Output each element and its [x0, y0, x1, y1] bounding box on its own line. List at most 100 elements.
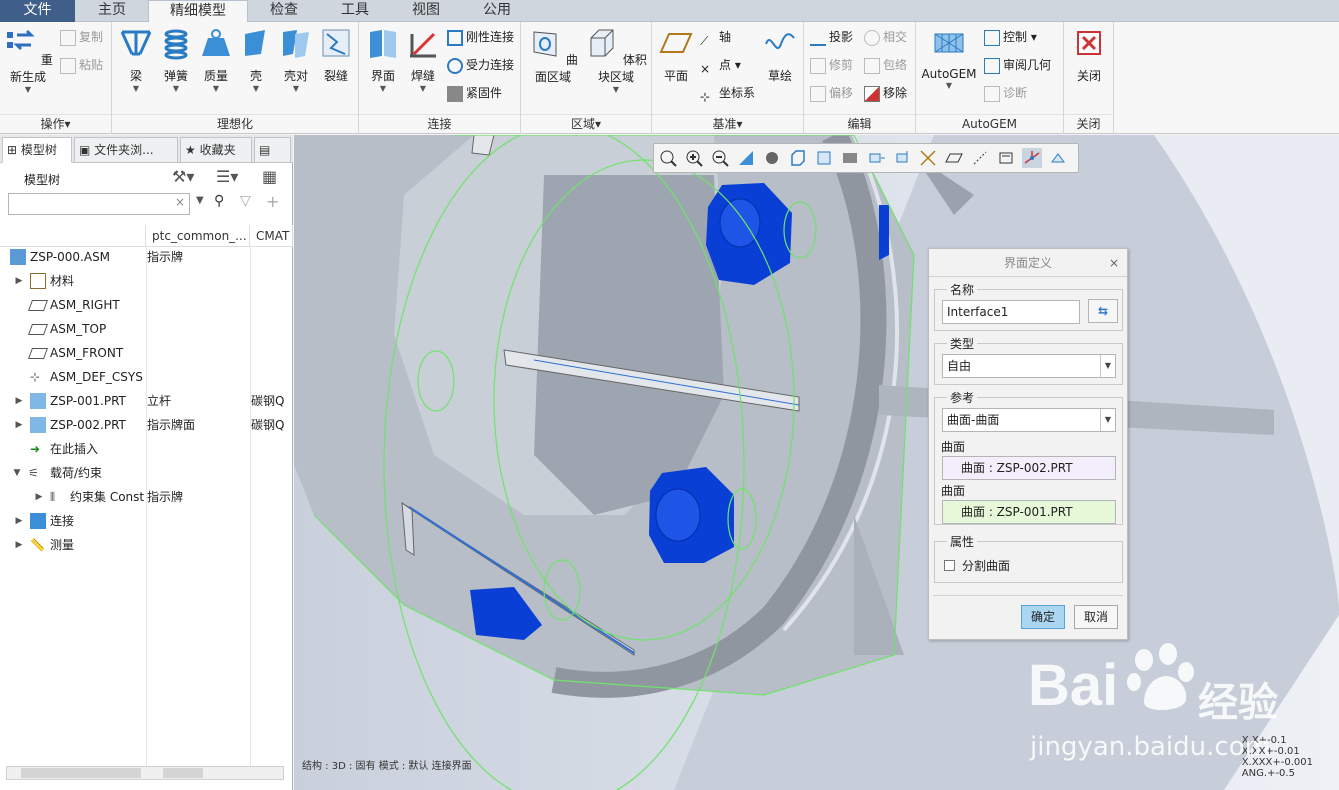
tab-inspect[interactable]: 检查 [250, 0, 318, 22]
column-name[interactable] [0, 225, 146, 247]
tree-row-asm-front[interactable]: ASM_FRONT [0, 341, 293, 365]
tab-tools[interactable]: 工具 [320, 0, 390, 22]
search-options-icon[interactable]: ▼ [196, 195, 204, 206]
repaint-icon[interactable] [736, 148, 756, 168]
name-reset-button[interactable]: ⇆ [1088, 299, 1118, 323]
display-style-icon[interactable] [762, 148, 782, 168]
split-surface-checkbox[interactable] [944, 560, 955, 571]
zoom-out-icon[interactable] [710, 148, 730, 168]
diagnose-button[interactable]: 诊断 [984, 82, 1027, 104]
tree-filter-list-icon[interactable]: ☰▾ [216, 167, 238, 186]
tree-row-asm-def-csys[interactable]: ⊹ ASM_DEF_CSYS [0, 365, 293, 389]
view-manager-icon[interactable] [814, 148, 834, 168]
tab-applications[interactable]: 公用 [462, 0, 532, 22]
tab-extra[interactable]: ▤ [254, 137, 291, 163]
shell-button[interactable]: 壳 ▼ [236, 26, 276, 94]
column-ptc-common[interactable]: ptc_common_... [146, 225, 250, 247]
tree-row-measures[interactable]: ▶ 📏 测量 [0, 533, 293, 557]
dialog-title-bar[interactable]: 界面定义 × [929, 249, 1127, 277]
point-display-icon[interactable] [996, 148, 1016, 168]
expand-icon[interactable]: ▶ [14, 413, 24, 437]
autogem-button[interactable]: AutoGEM ▼ [920, 26, 978, 91]
filter-icon[interactable]: ▽ [240, 193, 251, 209]
expand-icon[interactable]: ▶ [14, 509, 24, 533]
annotation-display-icon[interactable] [892, 148, 912, 168]
tree-row-zsp-002[interactable]: ▶ ZSP-002.PRT 指示牌面 碳钢Q [0, 413, 293, 437]
tree-row-constraint-set[interactable]: ▶ ⫴ 约束集 Const 指示牌 [0, 485, 293, 509]
expand-icon[interactable]: ▶ [14, 533, 24, 557]
zoom-in-icon[interactable] [684, 148, 704, 168]
scrollbar-thumb[interactable] [163, 768, 203, 778]
tree-row-zsp-001[interactable]: ▶ ZSP-001.PRT 立杆 碳钢Q [0, 389, 293, 413]
datum-display-icon[interactable] [918, 148, 938, 168]
shell-pair-button[interactable]: 壳对 ▼ [276, 26, 316, 94]
ok-button[interactable]: 确定 [1021, 605, 1065, 629]
collapse-icon[interactable]: ▼ [12, 461, 22, 485]
binoculars-icon[interactable]: ⚲ [214, 193, 224, 209]
type-select[interactable]: 自由 ▼ [942, 354, 1116, 378]
tree-search-input[interactable]: × [8, 193, 190, 215]
weld-button[interactable]: 焊缝 ▼ [403, 26, 443, 94]
saved-views-icon[interactable] [788, 148, 808, 168]
tree-settings-icon[interactable]: ⚒▾ [172, 167, 194, 186]
trim-button[interactable]: 修剪 [810, 54, 853, 76]
fastener-button[interactable]: 紧固件 [447, 82, 502, 104]
remove-button[interactable]: 移除 [864, 82, 907, 104]
simulation-display-icon[interactable] [1048, 148, 1068, 168]
tab-refine-model[interactable]: 精细模型 [148, 0, 248, 23]
tree-row-insert-here[interactable]: ➜ 在此插入 [0, 437, 293, 461]
group-label-region[interactable]: 区域▾ [521, 114, 651, 132]
csys-display-icon[interactable] [1022, 148, 1042, 168]
tab-file[interactable]: 文件 [0, 0, 75, 22]
tree-columns-icon[interactable]: ▦ [262, 167, 277, 186]
tree-row-asm-top[interactable]: ASM_TOP [0, 317, 293, 341]
sketch-button[interactable]: 草绘 [760, 26, 800, 84]
tab-favorites[interactable]: ★ 收藏夹 [180, 137, 252, 163]
crack-button[interactable]: 裂缝 [316, 26, 356, 84]
surface1-collector[interactable]: 曲面 : ZSP-002.PRT [942, 456, 1116, 480]
tree-row-loads-constraints[interactable]: ▼ ⚟ 载荷/约束 [0, 461, 293, 485]
close-ribbon-button[interactable]: 关闭 [1068, 26, 1110, 84]
reference-type-select[interactable]: 曲面-曲面 ▼ [942, 408, 1116, 432]
surface2-collector[interactable]: 曲面 : ZSP-001.PRT [942, 500, 1116, 524]
close-icon[interactable]: × [1109, 249, 1119, 277]
weighted-link-button[interactable]: 受力连接 [447, 54, 514, 76]
column-cmat[interactable]: CMAT [250, 225, 293, 247]
tree-row-connections[interactable]: ▶ 连接 [0, 509, 293, 533]
interface-name-input[interactable]: Interface1 [942, 300, 1080, 324]
horizontal-scrollbar[interactable] [6, 766, 284, 780]
project-button[interactable]: 投影 [810, 26, 853, 48]
mass-button[interactable]: 质量 ▼ [196, 26, 236, 94]
add-icon[interactable]: + [266, 192, 279, 211]
offset-button[interactable]: 偏移 [810, 82, 853, 104]
tab-home[interactable]: 主页 [76, 0, 148, 22]
beam-button[interactable]: 梁 ▼ [116, 26, 156, 94]
group-label-operations[interactable]: 操作▾ [0, 114, 111, 132]
copy-button[interactable]: 复制 [60, 26, 103, 48]
clear-icon[interactable]: × [175, 195, 185, 209]
tree-row-root[interactable]: ZSP-000.ASM 指示牌 [0, 245, 293, 269]
tab-view[interactable]: 视图 [392, 0, 460, 22]
tree-row-materials[interactable]: ▶ 材料 [0, 269, 293, 293]
perspective-icon[interactable] [840, 148, 860, 168]
axis-button[interactable]: ⟋ 轴 [700, 26, 731, 48]
spring-button[interactable]: 弹簧 ▼ [156, 26, 196, 94]
point-button[interactable]: × 点 ▾ [700, 54, 741, 76]
paste-button[interactable]: 粘贴 [60, 54, 103, 76]
review-geometry-button[interactable]: 审阅几何 [984, 54, 1051, 76]
csys-button[interactable]: ⊹ 坐标系 [700, 82, 755, 104]
axis-display-icon[interactable] [970, 148, 990, 168]
plane-display-icon[interactable] [944, 148, 964, 168]
expand-icon[interactable]: ▶ [14, 269, 24, 293]
rigid-link-button[interactable]: 刚性连接 [447, 26, 514, 48]
volume-region-button[interactable]: 体积块区域 ▼ [583, 26, 649, 95]
plane-button[interactable]: 平面 [656, 26, 696, 84]
regenerate-button[interactable]: 重新生成 ▼ [2, 26, 54, 95]
expand-icon[interactable]: ▶ [34, 485, 44, 509]
tab-folder-browser[interactable]: ▣ 文件夹浏... [74, 137, 178, 163]
surface-region-button[interactable]: 曲面区域 [525, 26, 581, 85]
refit-icon[interactable] [658, 148, 678, 168]
scrollbar-thumb[interactable] [21, 768, 141, 778]
interface-button[interactable]: 界面 ▼ [363, 26, 403, 94]
spin-center-icon[interactable] [866, 148, 886, 168]
